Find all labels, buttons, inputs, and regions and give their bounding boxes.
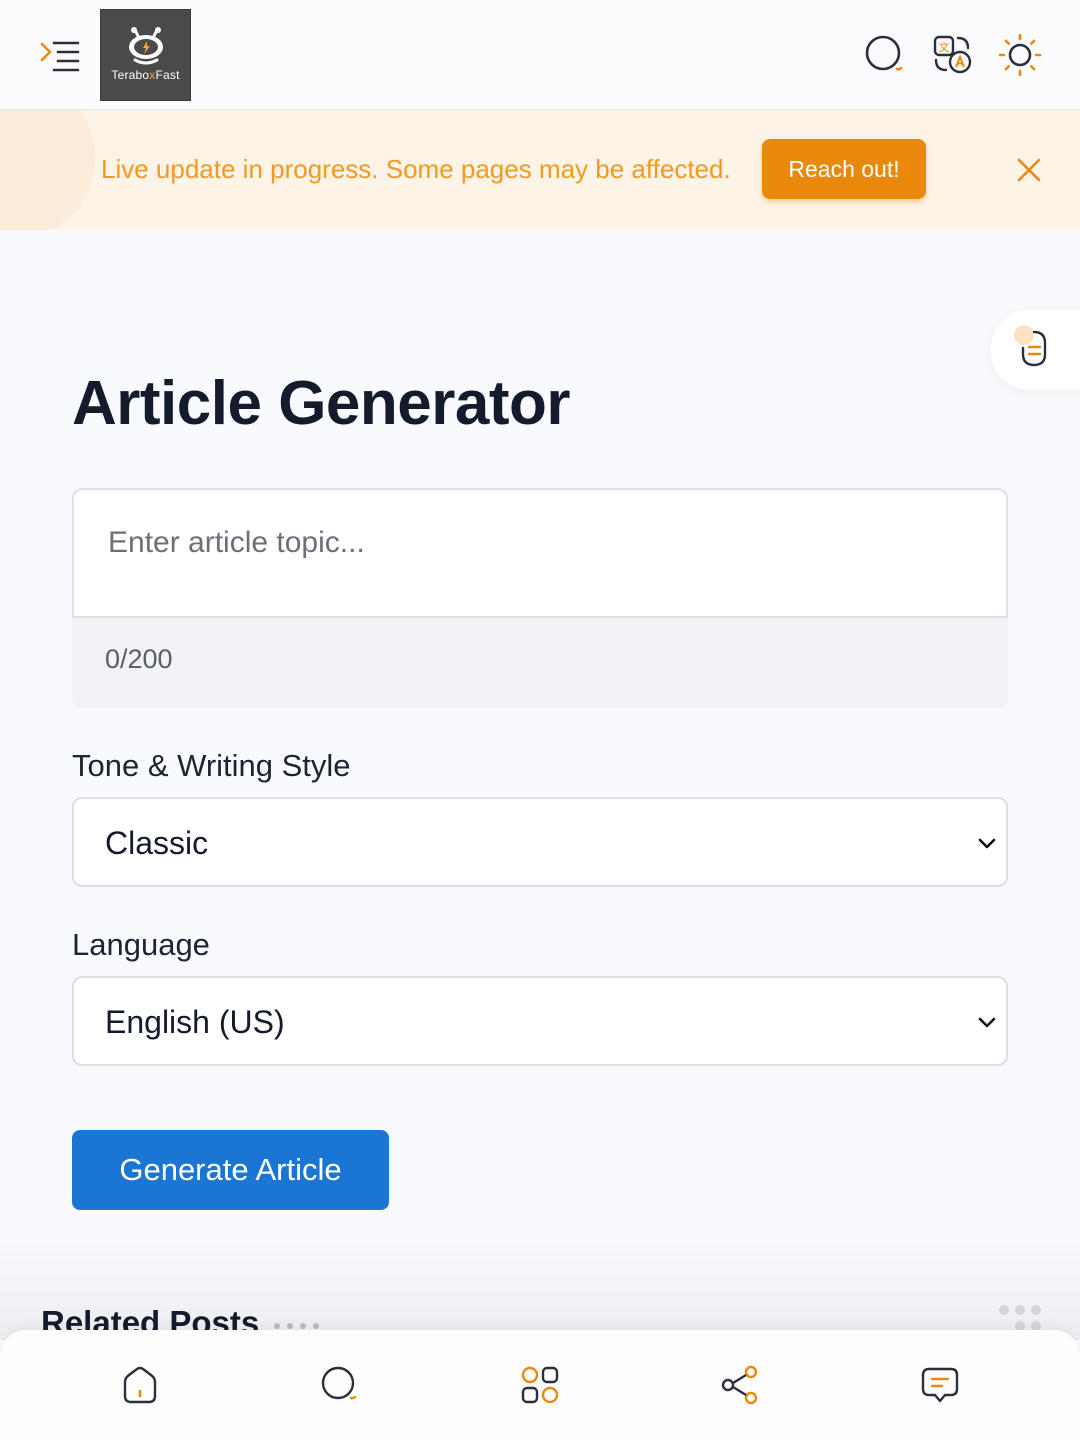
- page-title: Article Generator: [72, 369, 571, 438]
- translate-icon[interactable]: 文: [930, 32, 976, 78]
- banner-decoration: [0, 110, 95, 230]
- search-icon[interactable]: [862, 32, 908, 78]
- chat-icon[interactable]: [920, 1365, 960, 1405]
- char-counter: 0/200: [105, 644, 173, 674]
- apps-icon[interactable]: [520, 1365, 560, 1405]
- top-header: TeraboxFast 文: [0, 0, 1080, 110]
- bottom-nav: [0, 1330, 1080, 1440]
- home-icon[interactable]: [120, 1365, 160, 1405]
- banner-message: Live update in progress. Some pages may …: [101, 154, 731, 184]
- site-logo[interactable]: TeraboxFast: [100, 9, 191, 101]
- tone-select-value: Classic: [105, 825, 209, 861]
- reach-out-button[interactable]: Reach out!: [762, 139, 926, 199]
- update-banner: Live update in progress. Some pages may …: [0, 110, 1080, 230]
- close-icon[interactable]: [1012, 153, 1046, 187]
- language-select[interactable]: English (US): [72, 976, 1008, 1066]
- menu-icon[interactable]: [36, 36, 84, 76]
- page: TeraboxFast 文 Live update in progress. S…: [0, 0, 1080, 1440]
- topic-input[interactable]: [72, 488, 1008, 618]
- dots-decoration-icon: [274, 1323, 319, 1329]
- list-widget-icon: [1014, 325, 1047, 367]
- generate-article-button[interactable]: Generate Article: [72, 1130, 389, 1210]
- tone-select[interactable]: Classic: [72, 797, 1008, 887]
- side-drawer-toggle[interactable]: [990, 310, 1080, 390]
- robot-logo-icon: [129, 27, 163, 65]
- topic-input-container: 0/200: [72, 488, 1008, 708]
- svg-text:文: 文: [939, 40, 950, 54]
- chevron-down-icon: [978, 1017, 996, 1028]
- tone-label: Tone & Writing Style: [72, 748, 351, 783]
- language-label: Language: [72, 927, 210, 962]
- share-icon[interactable]: [720, 1365, 760, 1405]
- language-select-value: English (US): [105, 1004, 285, 1040]
- search-icon[interactable]: [320, 1365, 360, 1405]
- chevron-down-icon: [978, 838, 996, 849]
- logo-text: TeraboxFast: [111, 68, 180, 82]
- theme-toggle-icon[interactable]: [997, 32, 1043, 78]
